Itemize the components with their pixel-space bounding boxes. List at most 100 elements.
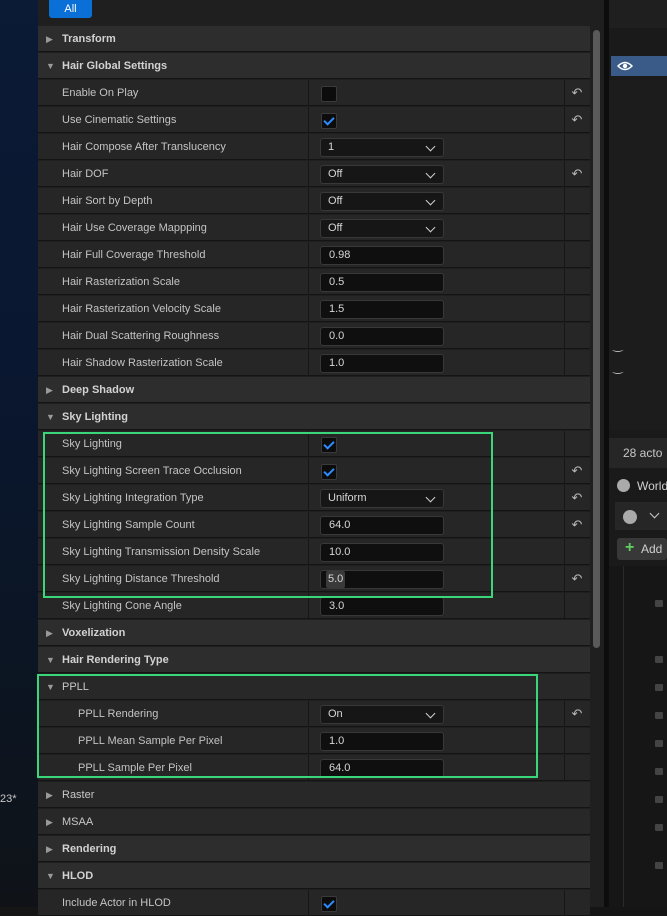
reset-to-default-icon[interactable]: ↶ [568, 485, 586, 511]
sky-lighting-cone-angle-input[interactable]: 3.0 [320, 597, 444, 616]
all-filter-button[interactable]: All [49, 0, 92, 18]
reset-to-default-icon[interactable]: ↶ [568, 701, 586, 727]
property-row-sky-lighting-sample-count: Sky Lighting Sample Count 64.0 ↶ [38, 512, 590, 538]
category-deep-shadow[interactable]: ▶ Deep Shadow [38, 377, 590, 403]
column-divider[interactable] [308, 269, 309, 295]
column-divider [564, 161, 565, 187]
hair-shadow-rasterization-scale-input[interactable]: 1.0 [320, 354, 444, 373]
hair-rasterization-velocity-scale-input[interactable]: 1.5 [320, 300, 444, 319]
column-divider[interactable] [308, 593, 309, 619]
sky-lighting-screen-trace-occlusion-checkbox[interactable] [321, 464, 337, 480]
lock-icon[interactable] [655, 796, 663, 803]
closed-eye-icon[interactable]: ‿ [613, 338, 623, 352]
expanded-arrow-icon[interactable]: ▼ [46, 404, 55, 430]
column-divider[interactable] [308, 431, 309, 457]
column-divider[interactable] [308, 188, 309, 214]
column-divider[interactable] [308, 80, 309, 106]
property-row-sky-lighting: Sky Lighting [38, 431, 590, 457]
lock-icon[interactable] [655, 712, 663, 719]
world-row[interactable]: World [609, 474, 667, 498]
hair-dof-dropdown[interactable]: Off [320, 165, 444, 184]
column-divider[interactable] [308, 539, 309, 565]
enable-on-play-checkbox[interactable] [321, 86, 337, 102]
chevron-down-icon [425, 222, 436, 233]
collapsed-arrow-icon[interactable]: ▶ [46, 809, 53, 835]
column-divider[interactable] [308, 485, 309, 511]
collapsed-arrow-icon[interactable]: ▶ [46, 377, 53, 403]
reset-to-default-icon[interactable]: ↶ [568, 107, 586, 133]
column-divider[interactable] [308, 728, 309, 754]
category-ppll[interactable]: ▼ PPLL [38, 674, 590, 700]
lock-icon[interactable] [655, 740, 663, 747]
hair-compose-after-translucency-dropdown[interactable]: 1 [320, 138, 444, 157]
expanded-arrow-icon[interactable]: ▼ [46, 674, 55, 700]
column-divider[interactable] [308, 215, 309, 241]
property-row-sky-lighting-cone-angle: Sky Lighting Cone Angle 3.0 [38, 593, 590, 619]
column-divider[interactable] [308, 512, 309, 538]
include-actor-in-hlod-checkbox[interactable] [321, 896, 337, 912]
category-hair-global-settings[interactable]: ▼ Hair Global Settings [38, 53, 590, 79]
hair-full-coverage-threshold-input[interactable]: 0.98 [320, 246, 444, 265]
ppll-sample-per-pixel-input[interactable]: 64.0 [320, 759, 444, 778]
ppll-mean-sample-per-pixel-input[interactable]: 1.0 [320, 732, 444, 751]
ppll-rendering-dropdown[interactable]: On [320, 705, 444, 724]
column-divider[interactable] [308, 323, 309, 349]
reset-to-default-icon[interactable]: ↶ [568, 512, 586, 538]
expanded-arrow-icon[interactable]: ▼ [46, 53, 55, 79]
sky-lighting-sample-count-input[interactable]: 64.0 [320, 516, 444, 535]
collapsed-arrow-icon[interactable]: ▶ [46, 26, 53, 52]
hair-rasterization-scale-input[interactable]: 0.5 [320, 273, 444, 292]
reset-to-default-icon[interactable]: ↶ [568, 161, 586, 187]
column-divider[interactable] [308, 134, 309, 160]
hair-sort-by-depth-dropdown[interactable]: Off [320, 192, 444, 211]
hair-dual-scattering-roughness-input[interactable]: 0.0 [320, 327, 444, 346]
property-row-sky-lighting-screen-trace-occlusion: Sky Lighting Screen Trace Occlusion ↶ [38, 458, 590, 484]
reset-to-default-icon[interactable]: ↶ [568, 458, 586, 484]
column-divider[interactable] [308, 296, 309, 322]
column-divider[interactable] [308, 890, 309, 916]
lock-icon[interactable] [655, 684, 663, 691]
world-dropdown[interactable] [615, 502, 667, 530]
category-msaa[interactable]: ▶ MSAA [38, 809, 590, 835]
expanded-arrow-icon[interactable]: ▼ [46, 863, 55, 889]
sky-lighting-transmission-density-scale-input[interactable]: 10.0 [320, 543, 444, 562]
column-divider[interactable] [308, 701, 309, 727]
category-hair-rendering-type[interactable]: ▼ Hair Rendering Type [38, 647, 590, 673]
sky-lighting-distance-threshold-input[interactable]: 5.0 [320, 570, 444, 589]
sky-lighting-integration-type-dropdown[interactable]: Uniform [320, 489, 444, 508]
column-divider[interactable] [308, 458, 309, 484]
category-transform[interactable]: ▶ Transform [38, 26, 590, 52]
lock-icon[interactable] [655, 824, 663, 831]
use-cinematic-settings-checkbox[interactable] [321, 113, 337, 129]
add-button[interactable]: + Add [617, 538, 667, 560]
selected-row[interactable] [611, 56, 667, 76]
reset-to-default-icon[interactable]: ↶ [568, 566, 586, 592]
column-divider[interactable] [308, 242, 309, 268]
category-voxelization[interactable]: ▶ Voxelization [38, 620, 590, 646]
collapsed-arrow-icon[interactable]: ▶ [46, 836, 53, 862]
column-divider[interactable] [308, 107, 309, 133]
filter-bar [38, 0, 590, 26]
expanded-arrow-icon[interactable]: ▼ [46, 647, 55, 673]
reset-to-default-icon[interactable]: ↶ [568, 80, 586, 106]
scrollbar-thumb[interactable] [593, 30, 600, 648]
column-divider[interactable] [308, 566, 309, 592]
collapsed-arrow-icon[interactable]: ▶ [46, 620, 53, 646]
lock-icon[interactable] [655, 768, 663, 775]
column-divider[interactable] [308, 755, 309, 781]
category-hlod[interactable]: ▼ HLOD [38, 863, 590, 889]
column-divider[interactable] [308, 161, 309, 187]
column-divider[interactable] [308, 350, 309, 376]
lock-icon[interactable] [655, 656, 663, 663]
sky-lighting-checkbox[interactable] [321, 437, 337, 453]
category-rendering[interactable]: ▶ Rendering [38, 836, 590, 862]
hair-use-coverage-mappping-dropdown[interactable]: Off [320, 219, 444, 238]
collapsed-arrow-icon[interactable]: ▶ [46, 782, 53, 808]
lock-icon[interactable] [655, 600, 663, 607]
category-raster[interactable]: ▶ Raster [38, 782, 590, 808]
lock-icon[interactable] [655, 862, 663, 869]
property-row-ppll-sample-per-pixel: PPLL Sample Per Pixel 64.0 [38, 755, 590, 781]
eye-icon[interactable] [617, 60, 633, 72]
closed-eye-icon[interactable]: ‿ [613, 360, 623, 374]
category-sky-lighting[interactable]: ▼ Sky Lighting [38, 404, 590, 430]
